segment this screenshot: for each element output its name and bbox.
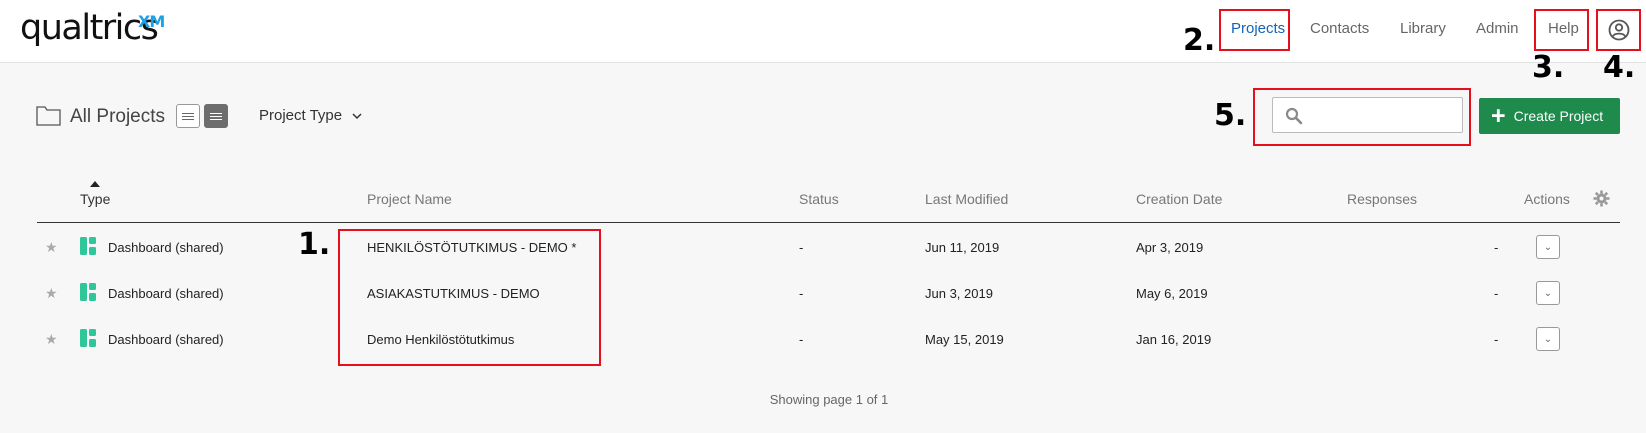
star-icon[interactable]: ★ <box>45 239 58 256</box>
nav-library[interactable]: Library <box>1400 20 1446 37</box>
top-bar: qualtrics XM Projects Contacts Library A… <box>0 0 1646 63</box>
row-responses: - <box>1494 286 1499 301</box>
row-status: - <box>799 240 804 255</box>
annotation-box-help <box>1534 9 1589 51</box>
row-type: Dashboard (shared) <box>108 332 224 347</box>
search-field <box>1272 97 1463 133</box>
row-creation-date: Jan 16, 2019 <box>1136 332 1212 347</box>
annotation-marker-4: 4. <box>1603 50 1636 85</box>
project-type-label: Project Type <box>259 107 343 124</box>
pagination-text: Showing page 1 of 1 <box>769 392 889 407</box>
table-row[interactable]: ★ Dashboard (shared) Demo Henkilöstötutk… <box>0 317 1646 363</box>
chevron-down-icon <box>352 107 362 124</box>
row-project-name[interactable]: Demo Henkilöstötutkimus <box>367 332 514 347</box>
column-header-actions: Actions <box>1524 191 1570 207</box>
row-responses: - <box>1494 240 1499 255</box>
annotation-box-user <box>1596 9 1641 51</box>
dashboard-icon <box>80 237 96 255</box>
chevron-down-icon: ⌄ <box>1543 333 1553 345</box>
list-view-toggle[interactable] <box>204 104 228 128</box>
row-last-modified: Jun 3, 2019 <box>925 286 993 301</box>
star-icon[interactable]: ★ <box>45 285 58 302</box>
row-type: Dashboard (shared) <box>108 240 224 255</box>
chevron-down-icon: ⌄ <box>1543 287 1553 299</box>
card-view-toggle[interactable] <box>176 104 200 128</box>
row-actions-button[interactable]: ⌄ <box>1536 281 1560 305</box>
row-actions-button[interactable]: ⌄ <box>1536 327 1560 351</box>
row-type: Dashboard (shared) <box>108 286 224 301</box>
dashboard-icon <box>80 283 96 301</box>
nav-admin[interactable]: Admin <box>1476 20 1519 37</box>
row-responses: - <box>1494 332 1499 347</box>
row-creation-date: Apr 3, 2019 <box>1136 240 1204 255</box>
table-row[interactable]: ★ Dashboard (shared) HENKILÖSTÖTUTKIMUS … <box>0 225 1646 271</box>
folder-icon <box>36 104 61 126</box>
row-last-modified: Jun 11, 2019 <box>925 240 1000 255</box>
annotation-marker-3: 3. <box>1532 50 1565 85</box>
star-icon[interactable]: ★ <box>45 331 58 348</box>
row-actions-button[interactable]: ⌄ <box>1536 235 1560 259</box>
annotation-marker-2: 2. <box>1183 23 1216 58</box>
page-title: All Projects <box>70 106 166 127</box>
search-icon <box>1285 107 1303 125</box>
qualtrics-logo[interactable]: qualtrics XM <box>20 8 165 48</box>
chevron-down-icon: ⌄ <box>1543 241 1553 253</box>
pagination-status: Showing page 1 of 1 <box>0 392 1646 407</box>
column-header-status[interactable]: Status <box>799 191 839 207</box>
row-status: - <box>799 286 804 301</box>
dashboard-icon <box>80 329 96 347</box>
logo-text: qualtrics <box>20 8 159 48</box>
header-divider <box>37 222 1620 223</box>
gear-icon[interactable] <box>1593 190 1610 207</box>
table-row[interactable]: ★ Dashboard (shared) ASIAKASTUTKIMUS - D… <box>0 271 1646 317</box>
sort-ascending-icon[interactable] <box>90 181 100 187</box>
create-project-button[interactable]: + Create Project <box>1479 98 1620 134</box>
row-creation-date: May 6, 2019 <box>1136 286 1208 301</box>
plus-icon: + <box>1491 101 1506 130</box>
nav-contacts[interactable]: Contacts <box>1310 20 1369 37</box>
project-type-filter[interactable]: Project Type <box>259 107 362 124</box>
logo-superscript: XM <box>138 12 165 31</box>
column-header-type[interactable]: Type <box>80 191 110 207</box>
column-header-responses[interactable]: Responses <box>1347 191 1417 207</box>
row-last-modified: May 15, 2019 <box>925 332 1004 347</box>
column-header-creation-date[interactable]: Creation Date <box>1136 191 1222 207</box>
annotation-box-projects <box>1219 9 1290 51</box>
row-status: - <box>799 332 804 347</box>
column-header-project-name[interactable]: Project Name <box>367 191 452 207</box>
search-input[interactable] <box>1309 98 1459 130</box>
annotation-marker-5: 5. <box>1214 98 1247 133</box>
row-project-name[interactable]: HENKILÖSTÖTUTKIMUS - DEMO * <box>367 240 576 255</box>
create-project-label: Create Project <box>1513 108 1604 124</box>
column-header-last-modified[interactable]: Last Modified <box>925 191 1008 207</box>
row-project-name[interactable]: ASIAKASTUTKIMUS - DEMO <box>367 286 540 301</box>
